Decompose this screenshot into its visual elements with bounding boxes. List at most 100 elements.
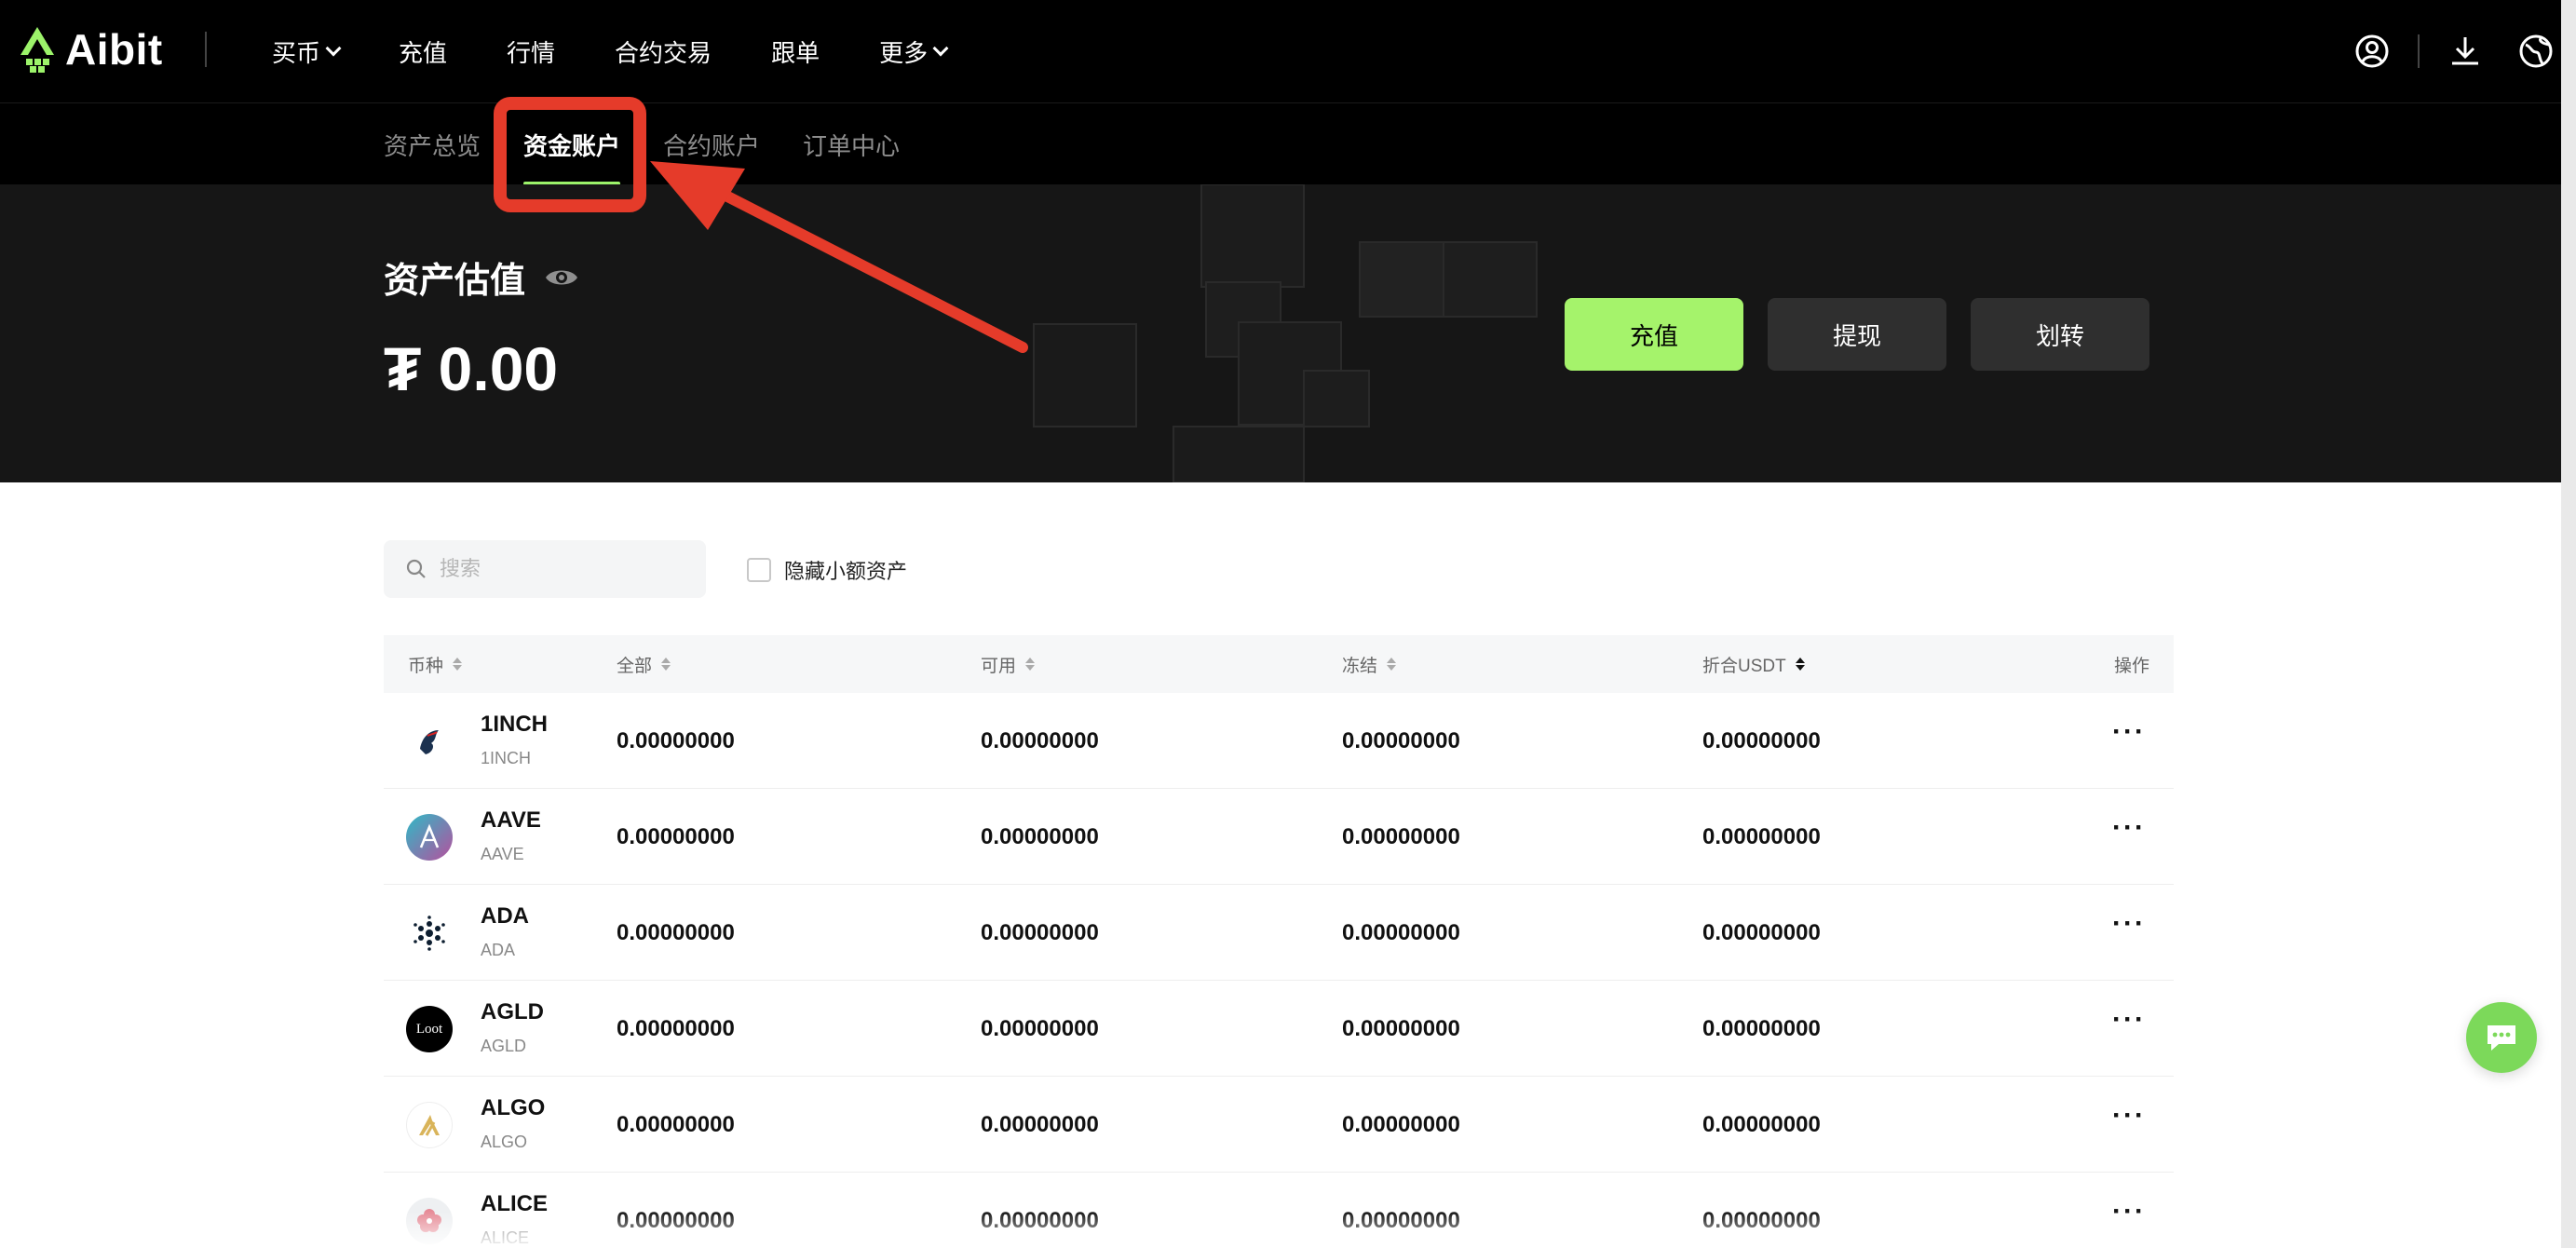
table-row: AAVE AAVE 0.00000000 0.00000000 0.000000… bbox=[384, 789, 2174, 885]
assets-table: 币种 全部 可用 冻结 折合USDT 操作 1INCH 1INCH 0.0000… bbox=[384, 635, 2174, 1248]
brand-name: Aibit bbox=[65, 25, 163, 74]
header-usdt[interactable]: 折合USDT bbox=[1702, 652, 1805, 677]
main-menu: 买币 充值 行情 合约交易 跟单 更多 bbox=[272, 0, 1006, 102]
table-header: 币种 全部 可用 冻结 折合USDT 操作 bbox=[384, 635, 2174, 693]
nav-item-label: 合约交易 bbox=[615, 38, 712, 67]
table-row: ADA ADA 0.00000000 0.00000000 0.00000000… bbox=[384, 885, 2174, 981]
withdraw-button[interactable]: 提现 bbox=[1768, 298, 1946, 371]
eye-icon[interactable] bbox=[544, 265, 579, 290]
nav-item-buy[interactable]: 买币 bbox=[272, 34, 342, 69]
balance-total: 0.00000000 bbox=[617, 1112, 735, 1137]
nav-right-icons bbox=[2347, 26, 2561, 76]
sort-icon bbox=[1387, 658, 1397, 671]
tab-label: 订单中心 bbox=[803, 131, 901, 160]
more-actions-button[interactable]: ··· bbox=[2112, 1102, 2146, 1130]
alice-logo-icon bbox=[406, 1198, 453, 1244]
balance-frozen: 0.00000000 bbox=[1342, 728, 1460, 753]
1inch-logo-icon bbox=[406, 718, 453, 765]
deposit-button[interactable]: 充值 bbox=[1565, 298, 1743, 371]
user-icon[interactable] bbox=[2347, 26, 2397, 76]
more-actions-button[interactable]: ··· bbox=[2112, 814, 2146, 842]
chat-support-button[interactable] bbox=[2466, 1002, 2537, 1073]
more-actions-button[interactable]: ··· bbox=[2112, 718, 2146, 746]
header-label: 操作 bbox=[2113, 656, 2149, 676]
brand-logo[interactable]: Aibit bbox=[19, 24, 163, 75]
download-icon[interactable] bbox=[2440, 26, 2490, 76]
balance-available: 0.00000000 bbox=[981, 728, 1099, 753]
coin-name: ALICE bbox=[481, 1191, 548, 1216]
coin-symbol: ALICE bbox=[481, 1228, 530, 1247]
page-scrollbar[interactable] bbox=[2561, 0, 2576, 1248]
balance-usdt: 0.00000000 bbox=[1702, 1208, 1821, 1233]
cardano-logo-icon bbox=[406, 910, 453, 956]
tab-label: 资产总览 bbox=[384, 131, 481, 160]
balance-frozen: 0.00000000 bbox=[1342, 1112, 1460, 1137]
sort-icon bbox=[453, 658, 463, 671]
coin-symbol: ALGO bbox=[481, 1133, 528, 1151]
table-row: ALICE ALICE 0.00000000 0.00000000 0.0000… bbox=[384, 1173, 2174, 1248]
header-total[interactable]: 全部 bbox=[617, 652, 671, 677]
tab-label: 合约账户 bbox=[663, 131, 761, 160]
nav-item-copy-trade[interactable]: 跟单 bbox=[771, 34, 820, 69]
balance-frozen: 0.00000000 bbox=[1342, 1208, 1460, 1233]
globe-icon[interactable] bbox=[2511, 26, 2561, 76]
balance-available: 0.00000000 bbox=[981, 920, 1099, 945]
coin-name: AGLD bbox=[481, 999, 544, 1024]
balance-total: 0.00000000 bbox=[617, 824, 735, 849]
balance-frozen: 0.00000000 bbox=[1342, 824, 1460, 849]
tab-order-center[interactable]: 订单中心 bbox=[803, 103, 900, 185]
tab-funding-account[interactable]: 资金账户 bbox=[523, 103, 621, 185]
balance-available: 0.00000000 bbox=[981, 1208, 1099, 1233]
algo-logo-icon bbox=[406, 1102, 453, 1148]
more-actions-button[interactable]: ··· bbox=[2112, 1006, 2146, 1034]
header-available[interactable]: 可用 bbox=[981, 652, 1036, 677]
nav-item-futures[interactable]: 合约交易 bbox=[615, 34, 712, 69]
tab-futures-account[interactable]: 合约账户 bbox=[663, 103, 760, 185]
tab-overview[interactable]: 资产总览 bbox=[384, 103, 481, 185]
user-icon-svg bbox=[2355, 34, 2389, 68]
asset-valuation-banner: 资产估值 ₮ 0.00 充值 提现 划转 bbox=[0, 184, 2561, 482]
more-actions-button[interactable]: ··· bbox=[2112, 1198, 2146, 1226]
nav-right-divider bbox=[2418, 34, 2420, 68]
balance-available: 0.00000000 bbox=[981, 824, 1099, 849]
nav-item-label: 跟单 bbox=[771, 38, 820, 67]
header-label: 全部 bbox=[617, 656, 653, 676]
header-label: 可用 bbox=[981, 656, 1017, 676]
aave-logo-icon bbox=[406, 814, 453, 861]
balance-total: 0.00000000 bbox=[617, 728, 735, 753]
coin-symbol: ADA bbox=[481, 941, 516, 959]
search-input[interactable] bbox=[440, 557, 682, 581]
tab-label: 资金账户 bbox=[523, 131, 621, 160]
transfer-button[interactable]: 划转 bbox=[1971, 298, 2149, 371]
chat-icon bbox=[2488, 1025, 2515, 1051]
search-icon bbox=[406, 559, 426, 578]
coin-name: ALGO bbox=[481, 1095, 546, 1120]
sort-icon bbox=[661, 658, 671, 671]
header-label: 币种 bbox=[408, 656, 444, 676]
balance-total: 0.00000000 bbox=[617, 1016, 735, 1041]
balance-total: 0.00000000 bbox=[617, 1208, 735, 1233]
header-label: 折合USDT bbox=[1702, 656, 1786, 676]
asset-valuation-title: 资产估值 bbox=[384, 251, 579, 303]
sort-icon bbox=[1795, 658, 1805, 671]
balance-usdt: 0.00000000 bbox=[1702, 920, 1821, 945]
header-action: 操作 bbox=[2114, 652, 2149, 677]
header-frozen[interactable]: 冻结 bbox=[1342, 652, 1397, 677]
nav-item-market[interactable]: 行情 bbox=[507, 34, 555, 69]
coin-name: 1INCH bbox=[481, 712, 549, 737]
hide-small-assets-checkbox[interactable] bbox=[747, 558, 771, 582]
coin-symbol: AAVE bbox=[481, 845, 524, 863]
coin-symbol: AGLD bbox=[481, 1037, 527, 1055]
chevron-down-icon bbox=[325, 40, 342, 57]
nav-item-more[interactable]: 更多 bbox=[879, 34, 949, 69]
table-row: ALGO ALGO 0.00000000 0.00000000 0.000000… bbox=[384, 1077, 2174, 1173]
header-coin[interactable]: 币种 bbox=[408, 652, 463, 677]
balance-usdt: 0.00000000 bbox=[1702, 1112, 1821, 1137]
search-box[interactable] bbox=[384, 540, 706, 598]
asset-valuation-label: 资产估值 bbox=[384, 262, 526, 301]
coin-name: ADA bbox=[481, 903, 529, 929]
nav-item-deposit[interactable]: 充值 bbox=[399, 34, 447, 69]
nav-item-label: 买币 bbox=[272, 38, 321, 67]
more-actions-button[interactable]: ··· bbox=[2112, 910, 2146, 938]
hide-small-assets-toggle[interactable]: 隐藏小额资产 bbox=[747, 555, 907, 585]
